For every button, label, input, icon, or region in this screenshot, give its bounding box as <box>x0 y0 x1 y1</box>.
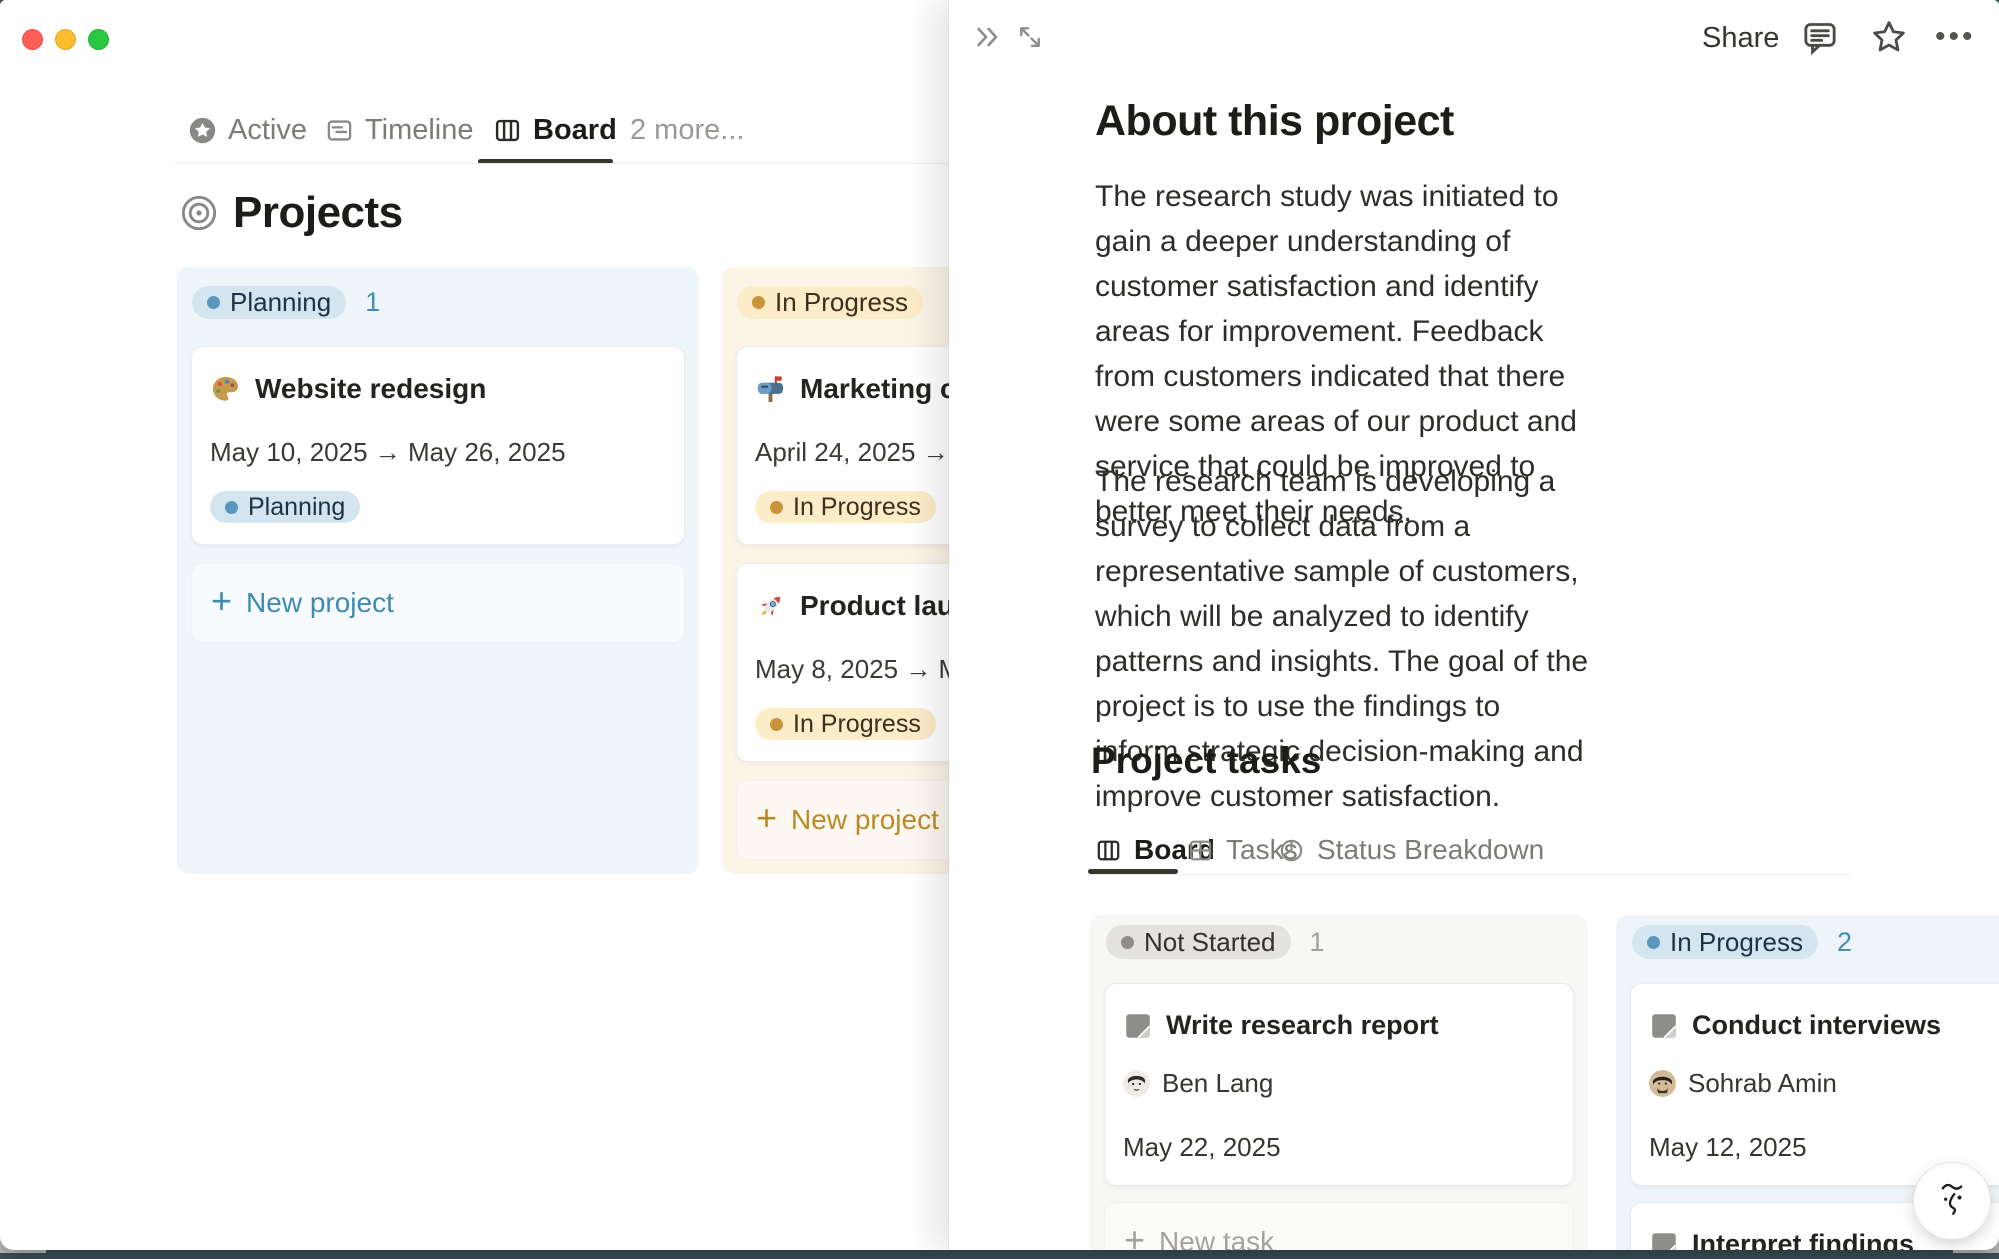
view-tab-board[interactable]: Board <box>493 110 617 150</box>
card-status-chip: In Progress <box>755 491 936 523</box>
favorite-star-icon[interactable] <box>1868 16 1910 58</box>
table-icon <box>1187 837 1214 864</box>
view-tab-active[interactable]: Active <box>188 110 307 150</box>
board-columns-icon <box>493 116 522 145</box>
view-tab-more[interactable]: 2 more... <box>630 110 744 150</box>
task-column-not-started: Not Started 1 Write research report <box>1090 915 1588 1250</box>
palette-emoji <box>210 374 241 405</box>
close-window-button[interactable] <box>22 29 43 50</box>
view-tabs-divider <box>173 163 963 164</box>
assignee-name: Sohrab Amin <box>1688 1068 1837 1099</box>
column-status-pill-not-started[interactable]: Not Started <box>1106 925 1291 959</box>
view-tab-label: Active <box>228 114 307 147</box>
view-tab-label: Board <box>533 114 617 147</box>
status-dot <box>770 501 783 514</box>
avatar-sohrab-amin <box>1649 1070 1676 1097</box>
card-date-range: May 10, 2025 → May 26, 2025 <box>210 437 666 468</box>
mailbox-emoji <box>755 374 786 405</box>
page-icon <box>1123 1011 1153 1041</box>
tasks-board: Not Started 1 Write research report <box>1090 915 1999 1250</box>
view-tabs-divider <box>1088 874 1851 875</box>
column-name: Planning <box>230 287 331 318</box>
page-title: Projects <box>233 188 403 238</box>
column-name: In Progress <box>1670 927 1803 958</box>
share-button[interactable]: Share <box>1702 22 1779 55</box>
view-tab-label: Timeline <box>365 114 474 147</box>
status-dot <box>1647 936 1660 949</box>
window-controls <box>22 29 109 50</box>
card-title-text: Website redesign <box>255 373 486 405</box>
app-window: Active Timeline Board 2 more... <box>0 0 1999 1250</box>
section-heading-about: About this project <box>1095 97 1454 146</box>
column-status-pill-planning[interactable]: Planning <box>192 286 346 319</box>
circled-star-icon <box>188 116 217 145</box>
card-status-chip: Planning <box>210 491 360 523</box>
task-card-write-research-report[interactable]: Write research report Ben Lang May 22, 2… <box>1104 983 1574 1186</box>
column-count: 2 <box>1837 927 1852 958</box>
status-dot <box>752 296 765 309</box>
more-options-icon[interactable]: ••• <box>1935 20 1976 54</box>
column-count: 1 <box>1310 927 1325 958</box>
task-title-text: Write research report <box>1166 1010 1439 1041</box>
assignee-name: Ben Lang <box>1162 1068 1273 1099</box>
column-name: In Progress <box>775 287 908 318</box>
page-icon <box>1649 1011 1679 1041</box>
board-column-planning: Planning 1 Website redesign May 10, 2025… <box>177 267 699 874</box>
task-title-text: Conduct interviews <box>1692 1010 1941 1041</box>
column-status-pill-in-progress[interactable]: In Progress <box>1632 925 1818 959</box>
card-title-text: Marketing c <box>800 373 956 405</box>
status-dot <box>770 718 783 731</box>
notion-ai-button[interactable] <box>1913 1162 1991 1240</box>
page-icon <box>1649 1230 1679 1251</box>
status-dot <box>1121 936 1134 949</box>
column-name: Not Started <box>1144 927 1276 958</box>
target-page-icon[interactable] <box>180 194 218 232</box>
side-peek-panel: Share ••• About this project The researc… <box>949 0 1999 1250</box>
screen: Active Timeline Board 2 more... <box>0 0 1999 1259</box>
view-tab-label: 2 more... <box>630 114 744 147</box>
comments-icon[interactable] <box>1800 17 1840 57</box>
status-pie-icon <box>1278 837 1305 864</box>
board-columns-icon <box>1095 837 1122 864</box>
new-task-button[interactable]: + New task <box>1104 1202 1574 1250</box>
task-due-date: May 22, 2025 <box>1123 1132 1555 1163</box>
timeline-icon <box>325 116 354 145</box>
task-card-conduct-interviews[interactable]: Conduct interviews Sohrab Amin May 12, 2… <box>1630 983 1999 1186</box>
new-project-button[interactable]: + New project <box>191 563 685 643</box>
rocket-emoji <box>755 591 786 622</box>
close-peek-icon[interactable] <box>972 21 1004 53</box>
ai-face-icon <box>1929 1178 1975 1224</box>
column-status-pill-in-progress[interactable]: In Progress <box>737 286 923 319</box>
view-tab-timeline[interactable]: Timeline <box>325 110 474 150</box>
card-title-text: Product lau <box>800 590 954 622</box>
task-title-text: Interpret findings <box>1692 1229 1914 1250</box>
card-status-chip: In Progress <box>755 708 936 740</box>
column-count: 1 <box>365 287 380 318</box>
section-heading-tasks: Project tasks <box>1091 740 1321 782</box>
tasks-view-tab-status-breakdown[interactable]: Status Breakdown <box>1278 831 1544 869</box>
status-dot <box>207 296 220 309</box>
status-dot <box>225 501 238 514</box>
avatar-ben-lang <box>1123 1070 1150 1097</box>
project-card-website-redesign[interactable]: Website redesign May 10, 2025 → May 26, … <box>191 346 685 545</box>
minimize-window-button[interactable] <box>55 29 76 50</box>
task-due-date: May 12, 2025 <box>1649 1132 1999 1163</box>
expand-page-icon[interactable] <box>1015 22 1045 52</box>
zoom-window-button[interactable] <box>88 29 109 50</box>
